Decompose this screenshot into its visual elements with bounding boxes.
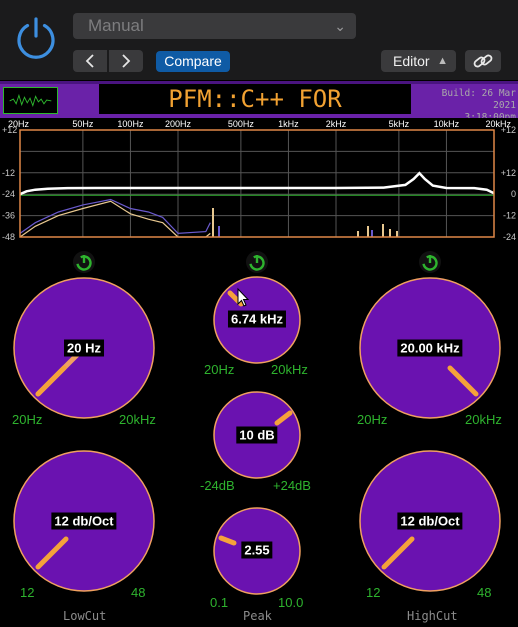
y-tick-label-left: -24: [2, 189, 15, 199]
y-tick-label-left: +12: [2, 125, 17, 135]
updown-chevron-icon: ▲: [437, 55, 448, 67]
y-tick-label-right: +12: [501, 125, 516, 135]
link-icon: [473, 54, 493, 68]
view-select-value: Editor: [393, 53, 430, 69]
power-icon[interactable]: [13, 15, 59, 61]
host-toolbar: Manual ⌄ Compare Editor ▲: [0, 0, 518, 80]
highcut-freq-min-label: 20Hz: [357, 412, 388, 427]
x-tick-label: 2kHz: [326, 119, 347, 129]
x-tick-label: 50Hz: [72, 119, 94, 129]
x-tick-label: 1kHz: [278, 119, 299, 129]
compare-button[interactable]: Compare: [156, 51, 230, 72]
peak-q-max-label: 10.0: [278, 595, 304, 610]
lowcut-slope-max-label: 48: [131, 585, 146, 600]
highcut-slope-max-label: 48: [477, 585, 492, 600]
chevron-down-icon: ⌄: [334, 18, 346, 34]
x-tick-label: 100Hz: [117, 119, 144, 129]
waveform-logo-icon: [3, 87, 58, 114]
y-tick-label-right: -12: [503, 211, 516, 221]
lowcut-section-label: LowCut: [63, 609, 107, 623]
previous-preset-button[interactable]: [73, 50, 107, 72]
highcut-bypass-button[interactable]: [419, 251, 441, 273]
next-preset-button[interactable]: [109, 50, 143, 72]
highcut-slope-value: 12 db/Oct: [397, 512, 463, 530]
lowcut-freq-min-label: 20Hz: [12, 412, 43, 427]
lowcut-slope-value: 12 db/Oct: [51, 512, 117, 530]
x-tick-label: 10kHz: [434, 119, 460, 129]
peak-freq-min-label: 20Hz: [204, 362, 235, 377]
peak-freq-max-label: 20kHz: [271, 362, 308, 377]
highcut-freq-max-label: 20kHz: [465, 412, 502, 427]
peak-q-min-label: 0.1: [210, 595, 229, 610]
y-tick-label-left: -12: [2, 168, 15, 178]
spectrum-analyzer: 20Hz 50Hz 100Hz 200Hz 500Hz 1kHz 2kHz 5kHz 10kHz…: [0, 118, 518, 243]
lowcut-freq-value: 20 Hz: [64, 339, 104, 357]
build-date: Build: 26 Mar 2021: [441, 88, 516, 111]
y-tick-label-right: -24: [503, 232, 516, 242]
y-tick-label-right: 0: [511, 189, 516, 199]
highcut-freq-value: 20.00 kHz: [397, 339, 463, 357]
peak-q-value: 2.55: [241, 541, 273, 559]
peak-section-label: Peak: [243, 609, 272, 623]
link-button[interactable]: [465, 50, 501, 72]
chevron-right-icon: [122, 54, 131, 68]
x-tick-label: 200Hz: [165, 119, 192, 129]
x-tick-label: 500Hz: [228, 119, 255, 129]
chevron-left-icon: [85, 54, 94, 68]
peak-gain-max-label: +24dB: [273, 478, 311, 493]
lowcut-bypass-button[interactable]: [73, 251, 95, 273]
x-tick-label: 5kHz: [389, 119, 410, 129]
y-tick-label-left: -36: [2, 211, 15, 221]
highcut-section-label: HighCut: [407, 609, 458, 623]
y-tick-label-right: +12: [501, 168, 516, 178]
view-select[interactable]: Editor ▲: [381, 50, 456, 72]
peak-gain-min-label: -24dB: [200, 478, 235, 493]
y-tick-label-left: -48: [2, 232, 15, 242]
lowcut-slope-min-label: 12: [20, 585, 35, 600]
peak-freq-value: 6.74 kHz: [227, 310, 287, 328]
peak-bypass-button[interactable]: [246, 251, 268, 273]
preset-value: Manual: [88, 16, 144, 35]
plugin-title: PFM::C++ FOR MUSICIANS: [99, 84, 411, 143]
peak-gain-value: 10 dB: [236, 426, 278, 444]
lowcut-freq-max-label: 20kHz: [119, 412, 156, 427]
preset-select[interactable]: Manual ⌄: [73, 13, 356, 39]
highcut-slope-min-label: 12: [366, 585, 381, 600]
